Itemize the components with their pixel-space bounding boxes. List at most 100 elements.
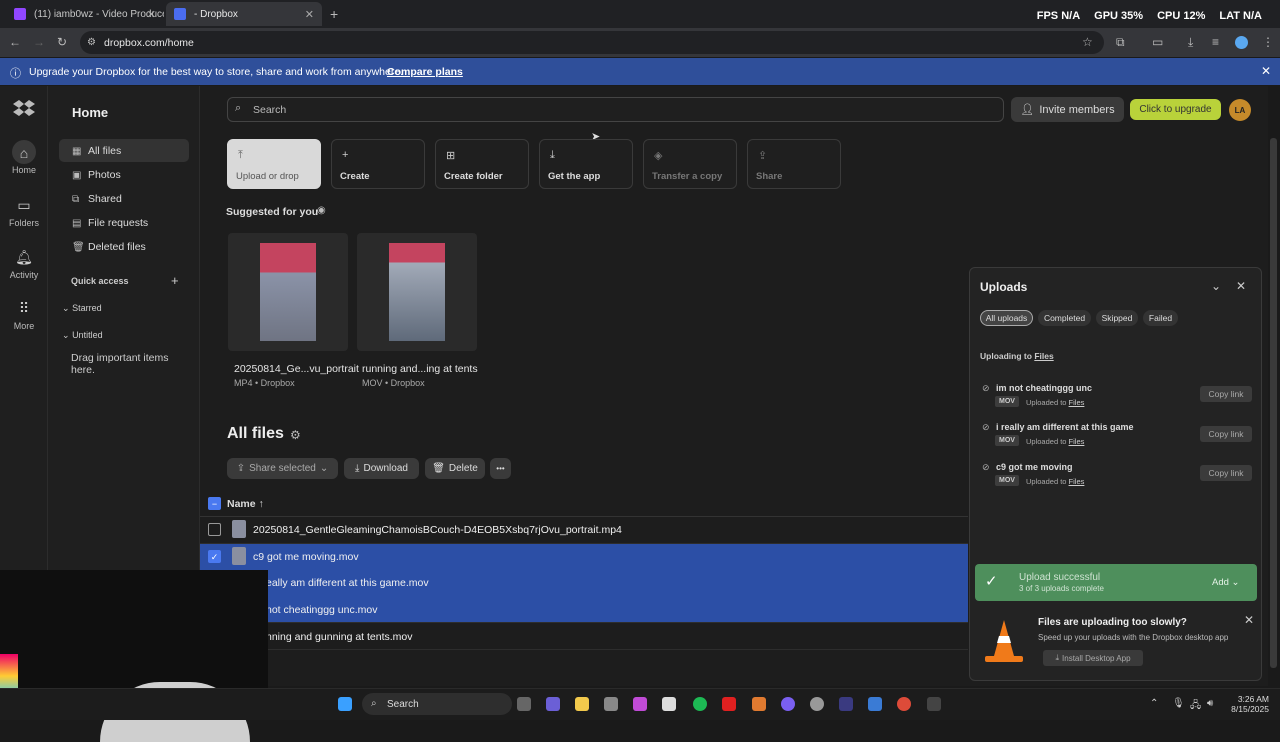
taskbar-search[interactable]: [362, 693, 512, 715]
share-tile[interactable]: ⇪ Share: [747, 139, 841, 189]
rail-folders[interactable]: ▭ Folders: [0, 197, 48, 228]
filter-skipped[interactable]: Skipped: [1096, 310, 1138, 326]
name-column-header[interactable]: Name ↑: [227, 498, 264, 510]
suggested-name-2[interactable]: running and...ing at tents: [362, 363, 478, 375]
copy-link-button[interactable]: Copy link: [1200, 426, 1252, 442]
reading-list-icon[interactable]: ≡: [1212, 35, 1219, 49]
tray-chevron-icon[interactable]: ⌃: [1150, 698, 1158, 709]
delete-button[interactable]: 🗑︎ Delete: [425, 458, 485, 479]
sidebar-item-photos[interactable]: ▣ Photos: [72, 169, 121, 181]
files-link[interactable]: Files: [1034, 351, 1053, 361]
file-name[interactable]: 20250814_GentleGleamingChamoisBCouch-D4E…: [253, 524, 622, 536]
notepad-icon[interactable]: [662, 697, 676, 711]
suggested-thumb-2[interactable]: [357, 233, 477, 351]
create-tile[interactable]: + Create: [331, 139, 425, 189]
rail-home[interactable]: ⌂ Home: [0, 145, 48, 175]
add-dropdown[interactable]: Add ⌄: [1212, 577, 1240, 588]
file-name[interactable]: nning and gunning at tents.mov: [266, 631, 413, 643]
menu-icon[interactable]: ⋮: [1262, 35, 1274, 49]
share-selected-button[interactable]: ⇪ Share selected ⌄: [227, 458, 338, 479]
collapse-chevron-icon[interactable]: ⌄: [1211, 279, 1221, 293]
app-icon[interactable]: [868, 697, 882, 711]
get-app-tile[interactable]: ⤓ Get the app: [539, 139, 633, 189]
new-tab-button[interactable]: +: [330, 6, 338, 22]
clock[interactable]: 3:26 AM 8/15/2025: [1227, 694, 1269, 714]
volume-icon[interactable]: 🔊︎: [1207, 698, 1213, 709]
cast-icon[interactable]: ▭: [1152, 35, 1163, 49]
file-name[interactable]: c9 got me moving.mov: [253, 551, 359, 563]
extensions-icon[interactable]: ⧉: [1116, 35, 1125, 50]
dropbox-logo-icon[interactable]: [13, 100, 35, 118]
copy-link-button[interactable]: Copy link: [1200, 386, 1252, 402]
filter-completed[interactable]: Completed: [1038, 310, 1091, 326]
row-checkbox[interactable]: ✓: [208, 550, 221, 563]
more-actions-button[interactable]: •••: [490, 458, 511, 479]
back-icon[interactable]: ←: [9, 35, 21, 49]
transfer-copy-tile[interactable]: ◈ Transfer a copy: [643, 139, 737, 189]
install-desktop-app-button[interactable]: ⤓ Install Desktop App: [1043, 650, 1143, 666]
suggested-name-1[interactable]: 20250814_Ge...vu_portrait: [234, 363, 359, 375]
eye-icon[interactable]: ◉: [317, 205, 326, 216]
sidebar-item-all-files[interactable]: ▦ All files: [72, 145, 121, 157]
store-icon[interactable]: [604, 697, 618, 711]
select-all-checkbox[interactable]: −: [208, 497, 221, 510]
url-text[interactable]: dropbox.com/home: [104, 37, 194, 49]
teams-icon[interactable]: [546, 697, 560, 711]
task-view-icon[interactable]: [517, 697, 531, 711]
check-circle-icon: ⊘: [982, 383, 990, 393]
scrollbar[interactable]: [1270, 138, 1277, 668]
copy-link-button[interactable]: Copy link: [1200, 465, 1252, 481]
gear-icon[interactable]: ⚙: [290, 428, 301, 442]
untitled-section[interactable]: ⌄ Untitled: [62, 330, 103, 341]
tab-dropbox[interactable]: - Dropbox ✕: [166, 2, 322, 26]
close-icon[interactable]: ✕: [1244, 613, 1254, 627]
app-icon[interactable]: [839, 697, 853, 711]
invite-members-button[interactable]: 👤︎ Invite members: [1011, 97, 1124, 122]
obs-icon[interactable]: [927, 697, 941, 711]
rail-more[interactable]: ⠿ More: [0, 300, 48, 331]
spotify-icon[interactable]: [693, 697, 707, 711]
site-info-icon[interactable]: ⚙: [87, 37, 96, 48]
omnibox[interactable]: [80, 31, 1104, 54]
mic-icon[interactable]: 🎙︎: [1172, 698, 1185, 709]
forward-icon[interactable]: →: [33, 35, 45, 49]
filter-failed[interactable]: Failed: [1143, 310, 1178, 326]
close-banner-icon[interactable]: ✕: [1261, 64, 1271, 78]
chrome-icon[interactable]: [897, 697, 911, 711]
sidebar-item-file-requests[interactable]: ▤ File requests: [72, 217, 148, 229]
tab-video-producer[interactable]: (11) iamb0wz - Video Producer ✕: [6, 2, 164, 26]
row-checkbox[interactable]: [208, 523, 221, 536]
suggested-thumb-1[interactable]: [228, 233, 348, 351]
downloads-icon[interactable]: ⤓: [1188, 35, 1193, 50]
file-name[interactable]: not cheatinggg unc.mov: [266, 604, 378, 616]
youtube-icon[interactable]: [722, 697, 736, 711]
close-tab-icon[interactable]: ✕: [147, 8, 156, 21]
profile-avatar-icon[interactable]: [1235, 36, 1248, 49]
upgrade-button[interactable]: Click to upgrade: [1130, 99, 1221, 120]
quick-access-add-button[interactable]: +: [171, 273, 179, 288]
upload-tile[interactable]: ⤒ Upload or drop: [227, 139, 321, 189]
file-explorer-icon[interactable]: [575, 697, 589, 711]
file-name[interactable]: eally am different at this game.mov: [266, 577, 429, 589]
rail-activity[interactable]: 🔔︎ Activity: [0, 249, 48, 280]
sidebar-item-deleted-files[interactable]: 🗑︎ Deleted files: [72, 241, 146, 253]
network-icon[interactable]: 🖧︎: [1190, 698, 1201, 715]
traffic-cone-icon: [981, 618, 1027, 664]
app-icon[interactable]: [752, 697, 766, 711]
avatar[interactable]: LA: [1229, 99, 1251, 121]
bookmark-star-icon[interactable]: ☆: [1082, 35, 1093, 49]
create-folder-tile[interactable]: ⊞ Create folder: [435, 139, 529, 189]
search-input[interactable]: [227, 97, 1004, 122]
reload-icon[interactable]: ↻: [57, 35, 67, 49]
discord-icon[interactable]: [781, 697, 795, 711]
compare-plans-link[interactable]: Compare plans: [387, 66, 463, 78]
copilot-icon[interactable]: [633, 697, 647, 711]
sidebar-item-shared[interactable]: ⧉ Shared: [72, 193, 122, 205]
starred-section[interactable]: ⌄ Starred: [62, 303, 102, 314]
windows-start-icon[interactable]: [338, 697, 352, 711]
steam-icon[interactable]: [810, 697, 824, 711]
close-tab-icon[interactable]: ✕: [305, 8, 314, 21]
filter-all-uploads[interactable]: All uploads: [980, 310, 1033, 326]
close-icon[interactable]: ✕: [1236, 279, 1246, 293]
download-button[interactable]: ⤓ Download: [344, 458, 419, 479]
